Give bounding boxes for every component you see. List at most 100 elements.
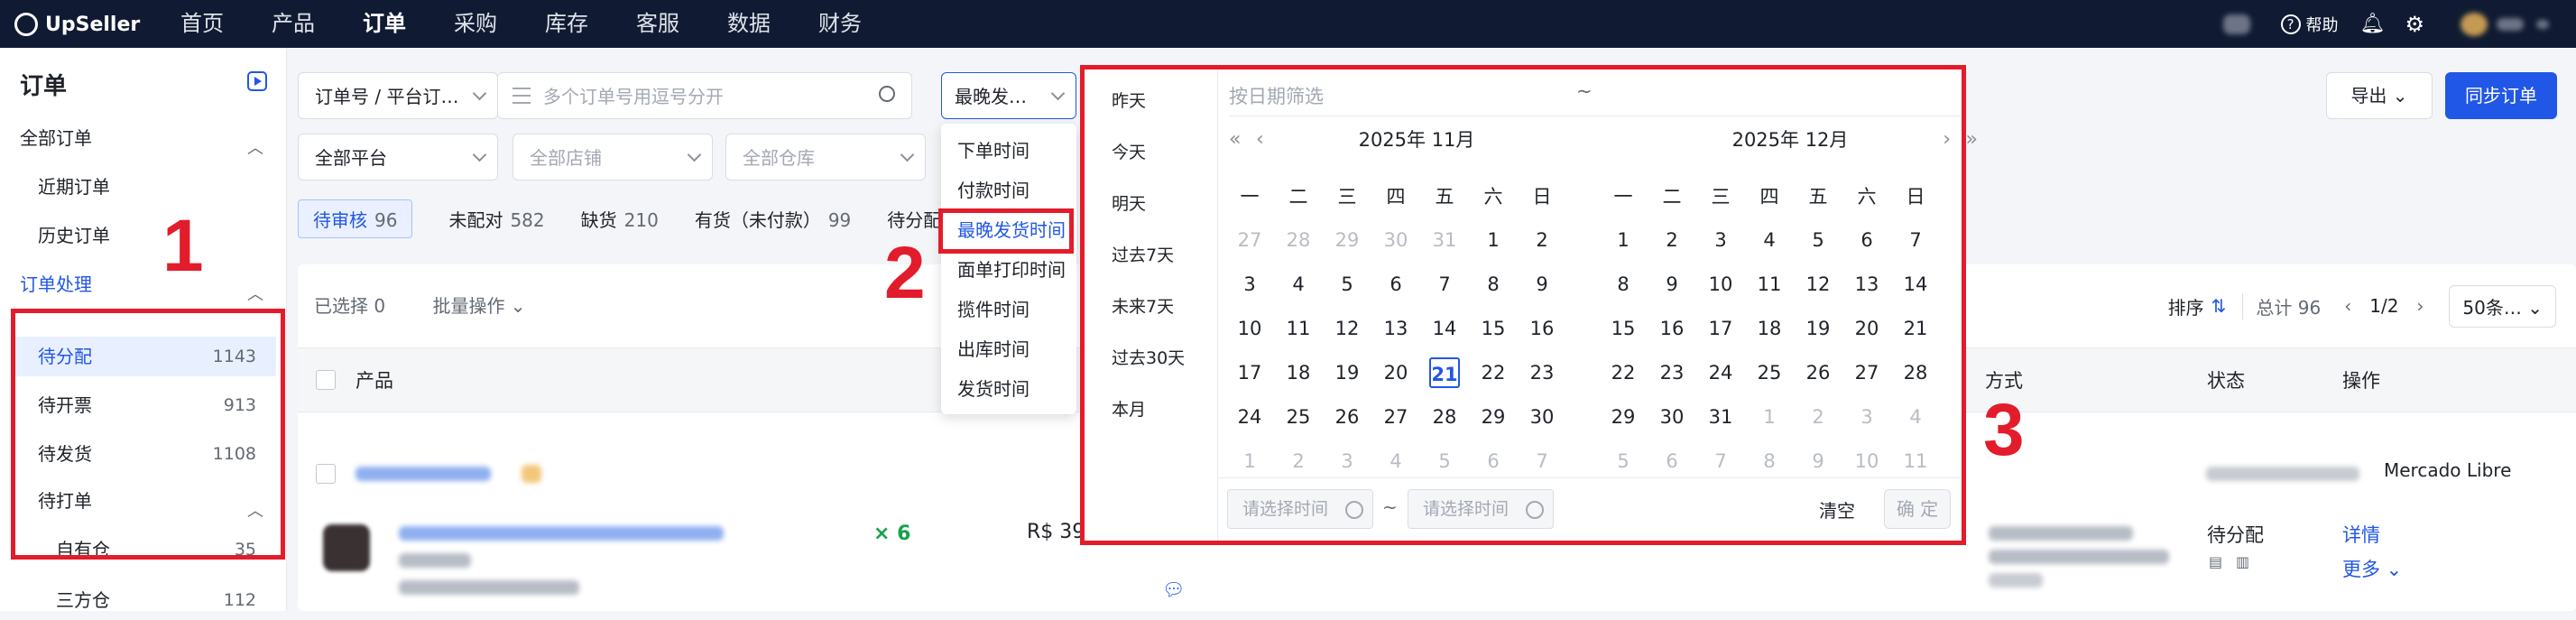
- calendar-day[interactable]: 6: [1375, 269, 1417, 300]
- select-all-checkbox[interactable]: [316, 370, 336, 390]
- calendar-day[interactable]: 13: [1375, 313, 1417, 344]
- calendar-day[interactable]: 10: [1700, 269, 1741, 300]
- calendar-day[interactable]: 19: [1797, 313, 1839, 344]
- calendar-day[interactable]: 7: [1521, 446, 1563, 477]
- calendar-day[interactable]: 1: [1229, 446, 1270, 477]
- calendar-day[interactable]: 25: [1278, 402, 1319, 432]
- calendar-day[interactable]: 29: [1602, 402, 1644, 432]
- sidebar-item-third-party-warehouse[interactable]: 三方仓 112: [0, 580, 287, 620]
- batch-operation-button[interactable]: 批量操作 ⌄: [432, 295, 525, 317]
- clipboard-icon[interactable]: ▥: [2236, 553, 2249, 570]
- order-search-input[interactable]: 多个订单号用逗号分开: [497, 72, 912, 119]
- calendar-day[interactable]: 9: [1797, 446, 1839, 477]
- calendar-day[interactable]: 12: [1797, 269, 1839, 300]
- calendar-day[interactable]: 22: [1602, 357, 1644, 388]
- prev-page-icon[interactable]: ‹: [2344, 295, 2351, 317]
- calendar-day[interactable]: 5: [1326, 269, 1368, 300]
- option-order-time[interactable]: 下单时间: [941, 131, 1076, 171]
- calendar-day[interactable]: 28: [1278, 225, 1319, 255]
- option-ship-time[interactable]: 发货时间: [941, 369, 1076, 409]
- nav-data[interactable]: 数据: [727, 0, 771, 48]
- export-button[interactable]: 导出 ⌄: [2326, 72, 2433, 119]
- option-label-print-time[interactable]: 面单打印时间: [941, 250, 1076, 290]
- calendar-day[interactable]: 16: [1521, 313, 1563, 344]
- store-select[interactable]: 全部店铺: [512, 134, 713, 180]
- page-size-select[interactable]: 50条… ⌄: [2449, 284, 2556, 328]
- product-thumbnail[interactable]: [323, 524, 370, 571]
- nav-orders[interactable]: 订单: [363, 0, 406, 48]
- calendar-day[interactable]: 1: [1749, 402, 1790, 432]
- warehouse-select[interactable]: 全部仓库: [725, 134, 926, 180]
- calendar-day[interactable]: 5: [1424, 446, 1465, 477]
- calendar-day[interactable]: 28: [1895, 357, 1936, 388]
- calendar-day[interactable]: 20: [1375, 357, 1417, 388]
- shortcut-this-month[interactable]: 本月: [1112, 396, 1146, 421]
- end-time-input[interactable]: 请选择时间: [1408, 489, 1554, 529]
- calendar-day[interactable]: 30: [1651, 402, 1693, 432]
- calendar-day[interactable]: 3: [1229, 269, 1270, 300]
- chevron-down-icon[interactable]: [2536, 19, 2549, 29]
- shortcut-yesterday[interactable]: 昨天: [1112, 88, 1146, 112]
- sidebar-item-recent-orders[interactable]: 近期订单: [0, 167, 287, 207]
- calendar-day[interactable]: 7: [1700, 446, 1741, 477]
- calendar-day[interactable]: 6: [1651, 446, 1693, 477]
- calendar-day[interactable]: 18: [1749, 313, 1790, 344]
- sort-button[interactable]: 排序: [2168, 293, 2204, 319]
- calendar-day[interactable]: 20: [1846, 313, 1888, 344]
- calendar-day[interactable]: 10: [1846, 446, 1888, 477]
- calendar-day[interactable]: 31: [1700, 402, 1741, 432]
- message-icon[interactable]: 💬︎: [1162, 578, 1185, 600]
- calendar-day[interactable]: 23: [1521, 357, 1563, 388]
- calendar-day[interactable]: 7: [1424, 269, 1465, 300]
- help-label[interactable]: 帮助: [2306, 13, 2339, 36]
- upseller-logo[interactable]: UpSeller: [14, 11, 140, 38]
- order-number-type-select[interactable]: 订单号 / 平台订…: [298, 72, 498, 119]
- shortcut-past-7-days[interactable]: 过去7天: [1112, 242, 1174, 266]
- chevron-up-icon[interactable]: ︿: [247, 129, 263, 169]
- option-payment-time[interactable]: 付款时间: [941, 171, 1076, 210]
- calendar-day[interactable]: 27: [1846, 357, 1888, 388]
- calendar-day[interactable]: 18: [1278, 357, 1319, 388]
- calendar-day[interactable]: 15: [1602, 313, 1644, 344]
- calendar-day[interactable]: 4: [1375, 446, 1417, 477]
- calendar-day[interactable]: 9: [1521, 269, 1563, 300]
- calendar-day[interactable]: 10: [1229, 313, 1270, 344]
- next-month-icon[interactable]: ›: [1943, 116, 1951, 163]
- nav-customer-service[interactable]: 客服: [636, 0, 679, 48]
- calendar-day[interactable]: 8: [1473, 269, 1514, 300]
- calendar-day[interactable]: 23: [1651, 357, 1693, 388]
- more-actions-button[interactable]: 更多 ⌄: [2342, 555, 2402, 582]
- blurred-order-number[interactable]: [355, 467, 491, 481]
- calendar-day[interactable]: 2: [1651, 225, 1693, 255]
- calendar-day[interactable]: 11: [1278, 313, 1319, 344]
- nav-home[interactable]: 首页: [180, 0, 224, 48]
- shortcut-today[interactable]: 今天: [1112, 139, 1146, 163]
- calendar-day[interactable]: 6: [1846, 225, 1888, 255]
- calendar-day[interactable]: 26: [1326, 402, 1368, 432]
- calendar-day[interactable]: 30: [1375, 225, 1417, 255]
- nav-finance[interactable]: 财务: [818, 0, 862, 48]
- calendar-day[interactable]: 4: [1278, 269, 1319, 300]
- calendar-day[interactable]: 21: [1895, 313, 1936, 344]
- calendar-day[interactable]: 2: [1797, 402, 1839, 432]
- sidebar-item-history-orders[interactable]: 历史订单: [0, 216, 287, 255]
- calendar-day[interactable]: 8: [1602, 269, 1644, 300]
- search-icon[interactable]: [879, 86, 895, 102]
- nav-products[interactable]: 产品: [272, 0, 315, 48]
- tab-out-of-stock[interactable]: 缺货 210: [581, 206, 659, 232]
- calendar-day[interactable]: 5: [1602, 446, 1644, 477]
- clear-button[interactable]: 清空: [1819, 496, 1855, 523]
- calendar-day[interactable]: 22: [1473, 357, 1514, 388]
- calendar-day[interactable]: 1: [1473, 225, 1514, 255]
- calendar-day[interactable]: 11: [1749, 269, 1790, 300]
- calendar-day[interactable]: 5: [1797, 225, 1839, 255]
- calendar-day[interactable]: 8: [1749, 446, 1790, 477]
- sidebar-group-order-processing[interactable]: 订单处理 ︿: [0, 264, 287, 304]
- option-outbound-time[interactable]: 出库时间: [941, 329, 1076, 369]
- help-icon[interactable]: ?: [2280, 14, 2301, 34]
- next-page-icon[interactable]: ›: [2416, 295, 2424, 317]
- sort-icon[interactable]: ⇅: [2211, 295, 2227, 317]
- nav-purchase[interactable]: 采购: [454, 0, 497, 48]
- sidebar-group-all-orders[interactable]: 全部订单 ︿: [0, 118, 287, 158]
- detail-link[interactable]: 详情: [2342, 521, 2380, 548]
